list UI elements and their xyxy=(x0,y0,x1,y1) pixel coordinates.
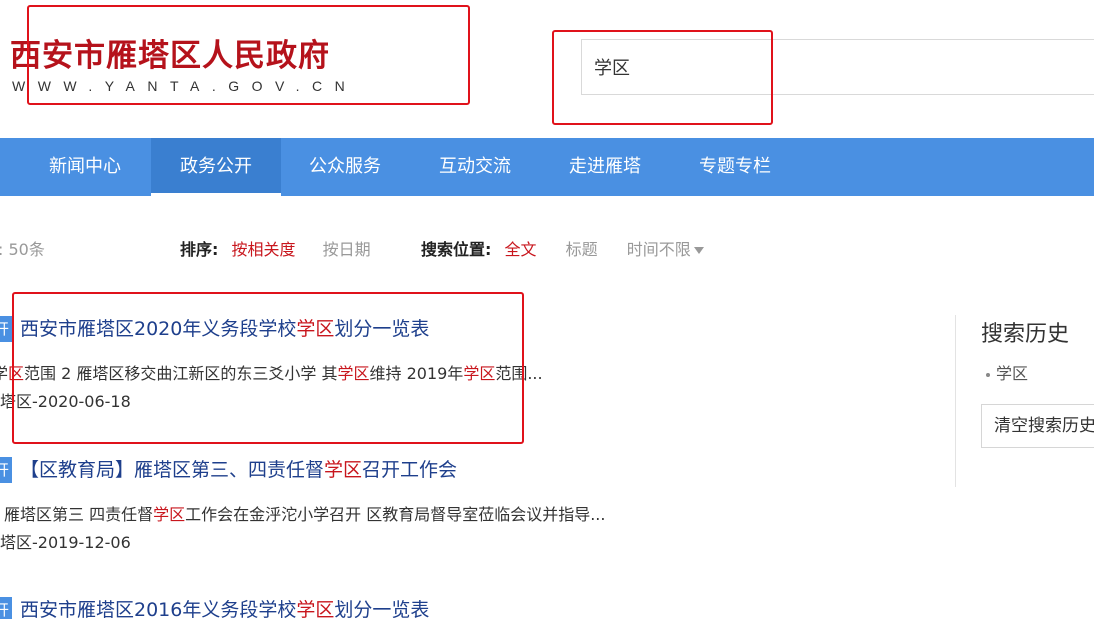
snippet-text: 范围... xyxy=(495,364,543,383)
snippet-text: 雁塔区第三 四责任督 xyxy=(4,505,154,524)
search-input[interactable] xyxy=(594,54,994,80)
snippet-highlight: 区 xyxy=(8,364,25,383)
search-box[interactable] xyxy=(581,39,1094,95)
snippet-text: 维持 2019年 xyxy=(369,364,464,383)
snippet-text: 范围 2 雁塔区移交曲江新区的东三爻小学 其 xyxy=(24,364,338,383)
result-tag: 开 xyxy=(0,457,12,483)
caret-down-icon xyxy=(693,247,704,254)
snippet-text: 工作会在金泘沱小学召开 区教育局督导室莅临会议并指导... xyxy=(185,505,606,524)
title-text: 【区教育局】雁塔区第三、四责任督 xyxy=(20,459,325,481)
main-nav: 新闻中心 政务公开 公众服务 互动交流 走进雁塔 专题专栏 xyxy=(0,138,1094,196)
result-tag: 开 xyxy=(0,316,12,342)
result-snippet: 学区范围 2 雁塔区移交曲江新区的东三爻小学 其学区维持 2019年学区范围..… xyxy=(0,363,543,385)
result-title-link[interactable]: 【区教育局】雁塔区第三、四责任督学区召开工作会 xyxy=(20,457,457,483)
search-history-title: 搜索历史 xyxy=(981,322,1070,347)
scope-label: 搜索位置: xyxy=(421,240,492,259)
time-filter-label: 时间不限 xyxy=(626,240,691,259)
sort-label: 排序: xyxy=(180,240,219,259)
result-meta: 雁塔区-2020-06-18 xyxy=(0,392,131,411)
result-title-link[interactable]: 西安市雁塔区2016年义务段学校学区划分一览表 xyxy=(20,597,429,619)
result-tag: 开 xyxy=(0,597,12,619)
page: 西安市雁塔区人民政府 WWW.YANTA.GOV.CN 新闻中心 政务公开 公众… xyxy=(0,0,1094,619)
title-text: 西安市雁塔区2020年义务段学校 xyxy=(20,318,297,340)
title-text: 划分一览表 xyxy=(334,599,430,619)
title-highlight: 学区 xyxy=(324,459,363,481)
nav-item-gov-info[interactable]: 政务公开 xyxy=(151,138,281,196)
scope-options: 搜索位置: 全文 标题 时间不限 xyxy=(421,238,704,262)
result-count-value: 50条 xyxy=(8,240,45,259)
scope-title-link[interactable]: 标题 xyxy=(566,240,598,259)
nav-item-about-yanta[interactable]: 走进雁塔 xyxy=(545,138,665,196)
snippet-text: 学 xyxy=(0,364,9,383)
search-history-item[interactable]: 学区 xyxy=(986,360,1028,384)
result-meta: 塔区-2019-12-06 xyxy=(0,533,131,552)
snippet-highlight: 学区 xyxy=(153,505,186,524)
site-logo-domain: WWW.YANTA.GOV.CN xyxy=(12,78,358,94)
title-text: 划分一览表 xyxy=(334,318,430,340)
sort-options: 排序: 按相关度 按日期 xyxy=(180,238,371,262)
sort-relevance-link[interactable]: 按相关度 xyxy=(232,240,296,259)
result-count: : 50条 xyxy=(0,238,45,262)
sidebar-divider xyxy=(955,315,956,487)
snippet-highlight: 学区 xyxy=(337,364,370,383)
result-title-link[interactable]: 西安市雁塔区2020年义务段学校学区划分一览表 xyxy=(20,316,429,342)
title-highlight: 学区 xyxy=(296,318,335,340)
clear-history-button[interactable]: 清空搜索历史 xyxy=(981,404,1094,448)
scope-full-text-link[interactable]: 全文 xyxy=(505,240,537,259)
nav-item-interaction[interactable]: 互动交流 xyxy=(415,138,535,196)
bullet-icon xyxy=(986,372,990,377)
search-history-item-label: 学区 xyxy=(996,364,1029,383)
title-highlight: 学区 xyxy=(296,599,335,619)
time-filter-dropdown[interactable]: 时间不限 xyxy=(627,240,704,259)
title-text: 西安市雁塔区2016年义务段学校 xyxy=(20,599,297,619)
nav-item-special[interactable]: 专题专栏 xyxy=(675,138,795,196)
result-snippet: 雁塔区第三 四责任督学区工作会在金泘沱小学召开 区教育局督导室莅临会议并指导..… xyxy=(4,504,605,526)
snippet-highlight: 学区 xyxy=(463,364,496,383)
nav-item-public-service[interactable]: 公众服务 xyxy=(285,138,405,196)
site-logo-title[interactable]: 西安市雁塔区人民政府 xyxy=(10,30,330,75)
sort-date-link[interactable]: 按日期 xyxy=(323,240,371,259)
title-text: 召开工作会 xyxy=(362,459,458,481)
nav-item-news[interactable]: 新闻中心 xyxy=(25,138,145,196)
